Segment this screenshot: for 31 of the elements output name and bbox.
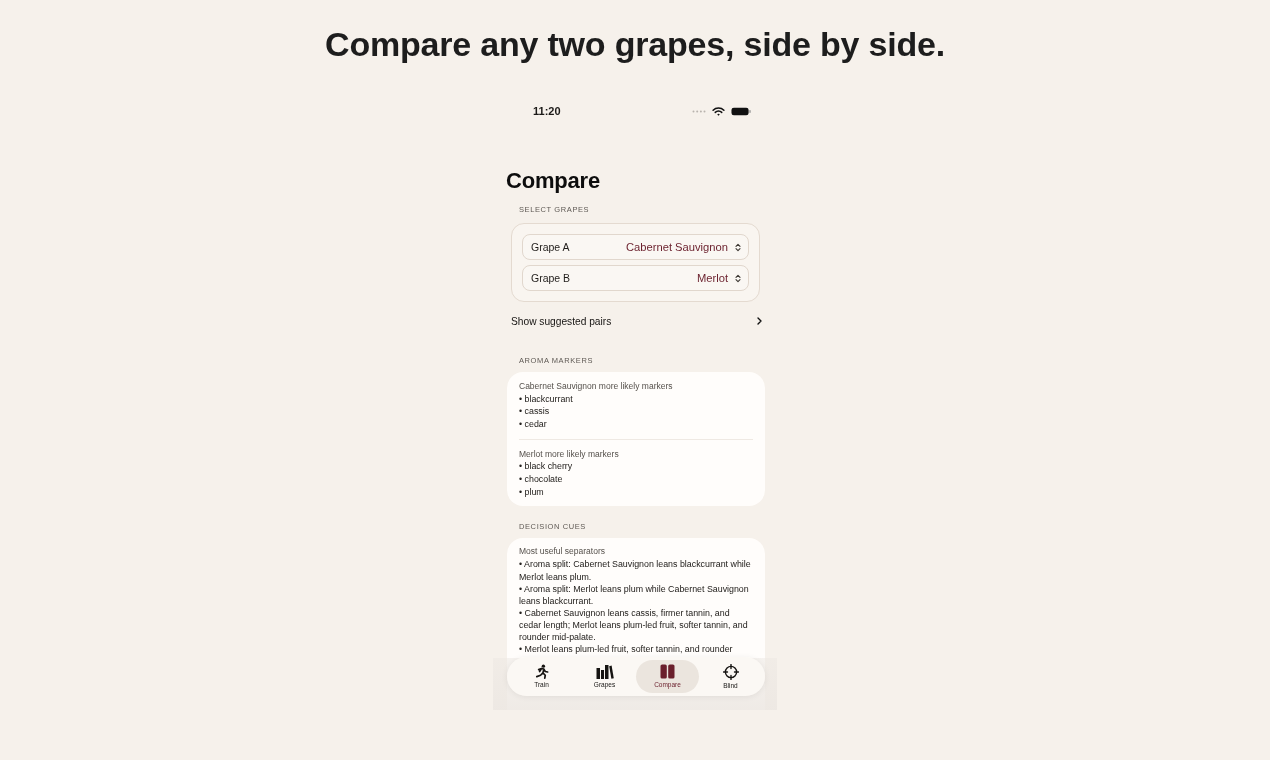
crosshair-icon — [722, 663, 739, 680]
runner-icon — [534, 664, 549, 679]
marker-group-title: Cabernet Sauvignon more likely markers — [519, 380, 674, 393]
picker-label: Grape A — [531, 241, 570, 253]
up-down-chevron-icon — [735, 242, 741, 252]
marker-item: • blackcurrant — [519, 392, 574, 406]
marker-item: • black cherry — [519, 460, 574, 473]
grape-select[interactable]: Merlot — [696, 272, 741, 284]
books-icon — [595, 664, 614, 679]
marker-item: • chocolate — [519, 473, 564, 486]
status-time: 11:20 — [533, 105, 561, 117]
columns-icon — [660, 664, 675, 679]
cue-item: • Aroma split: Cabernet Sauvignon leans blackcurrant while Merlot leans plum. — [519, 558, 752, 583]
battery-icon — [731, 106, 751, 116]
cue-item: • Merlot leans plum-led fruit, softer tannin, and rounder — [519, 643, 734, 656]
wifi-icon — [712, 106, 725, 116]
signal-icon — [692, 109, 706, 113]
cues-title: Most useful separators — [519, 545, 606, 559]
marker-group-title: Merlot more likely markers — [519, 447, 620, 461]
marker-item: • cedar — [519, 418, 548, 431]
up-down-chevron-icon — [735, 273, 741, 283]
marker-item: • plum — [519, 485, 545, 499]
chevron-right-icon — [757, 317, 762, 325]
screen-title: Compare — [506, 168, 600, 194]
grape-select[interactable]: Cabernet Sauvignon — [626, 241, 741, 253]
marker-item: • cassis — [519, 405, 551, 418]
cue-item: • Aroma split: Merlot leans plum while Cabernet Sauvignon leans blackcurrant. — [519, 582, 750, 607]
headline: Compare any two grapes, side by side. — [325, 24, 945, 64]
suggested-pairs-row[interactable]: Show suggested pairs — [511, 314, 762, 328]
picker-label: Grape B — [531, 272, 571, 284]
cue-item: • Cabernet Sauvignon leans cassis, firmer tannin, and cedar length; Merlot leans plum-led fruit, softer tannin, and rounder mid-palate. — [519, 606, 749, 644]
